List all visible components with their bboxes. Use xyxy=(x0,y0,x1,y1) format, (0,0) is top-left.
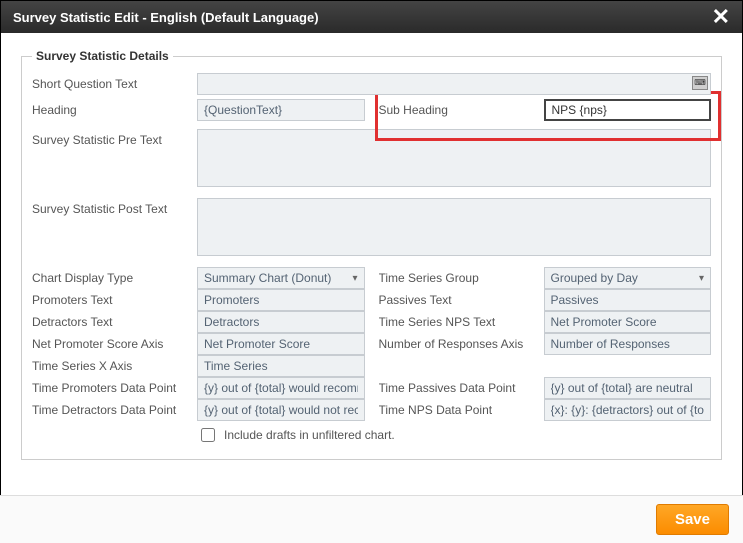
dialog-footer: Save xyxy=(0,495,743,543)
label-heading: Heading xyxy=(32,103,197,117)
label-time-detractors-dp: Time Detractors Data Point xyxy=(32,403,197,417)
label-time-nps-dp: Time NPS Data Point xyxy=(379,403,544,417)
label-nps-axis: Net Promoter Score Axis xyxy=(32,337,197,351)
promoters-text-input[interactable] xyxy=(197,289,365,311)
chevron-down-icon: ▾ xyxy=(699,273,704,284)
fieldset-legend: Survey Statistic Details xyxy=(32,49,173,63)
close-icon[interactable]: ✕ xyxy=(712,6,730,28)
pre-text-input[interactable] xyxy=(197,129,711,187)
heading-input[interactable] xyxy=(197,99,365,121)
time-detractors-dp-input[interactable] xyxy=(197,399,365,421)
label-post-text: Survey Statistic Post Text xyxy=(32,198,197,216)
chart-display-type-value: Summary Chart (Donut) xyxy=(204,271,331,285)
label-time-series-nps-text: Time Series NPS Text xyxy=(379,315,544,329)
label-num-responses-axis: Number of Responses Axis xyxy=(379,337,544,351)
details-fieldset: Survey Statistic Details Short Question … xyxy=(21,49,722,460)
passives-text-input[interactable] xyxy=(544,289,712,311)
label-pre-text: Survey Statistic Pre Text xyxy=(32,129,197,147)
time-series-group-select[interactable]: Grouped by Day ▾ xyxy=(544,267,712,289)
time-series-nps-text-input[interactable] xyxy=(544,311,712,333)
label-promoters-text: Promoters Text xyxy=(32,293,197,307)
label-time-series-x-axis: Time Series X Axis xyxy=(32,359,197,373)
time-passives-dp-input[interactable] xyxy=(544,377,712,399)
dialog-content: Survey Statistic Details Short Question … xyxy=(1,33,742,466)
label-time-series-group: Time Series Group xyxy=(379,271,544,285)
time-series-x-axis-input[interactable] xyxy=(197,355,365,377)
include-drafts-checkbox[interactable] xyxy=(201,428,215,442)
window-titlebar: Survey Statistic Edit - English (Default… xyxy=(1,1,742,33)
nps-axis-input[interactable] xyxy=(197,333,365,355)
time-promoters-dp-input[interactable] xyxy=(197,377,365,399)
label-passives-text: Passives Text xyxy=(379,293,544,307)
detractors-text-input[interactable] xyxy=(197,311,365,333)
keyboard-icon[interactable]: ⌨ xyxy=(692,76,708,90)
short-question-input[interactable] xyxy=(197,73,711,95)
post-text-input[interactable] xyxy=(197,198,711,256)
save-button[interactable]: Save xyxy=(656,504,729,535)
num-responses-axis-input[interactable] xyxy=(544,333,712,355)
sub-heading-input[interactable] xyxy=(544,99,712,121)
label-include-drafts: Include drafts in unfiltered chart. xyxy=(224,428,395,442)
window-title: Survey Statistic Edit - English (Default… xyxy=(13,10,319,25)
time-series-group-value: Grouped by Day xyxy=(551,271,638,285)
label-chart-display-type: Chart Display Type xyxy=(32,271,197,285)
label-time-passives-dp: Time Passives Data Point xyxy=(379,381,544,395)
label-short-question: Short Question Text xyxy=(32,77,197,91)
label-detractors-text: Detractors Text xyxy=(32,315,197,329)
time-nps-dp-input[interactable] xyxy=(544,399,712,421)
label-sub-heading: Sub Heading xyxy=(379,103,544,117)
chart-display-type-select[interactable]: Summary Chart (Donut) ▾ xyxy=(197,267,365,289)
chevron-down-icon: ▾ xyxy=(352,273,357,284)
label-time-promoters-dp: Time Promoters Data Point xyxy=(32,381,197,395)
